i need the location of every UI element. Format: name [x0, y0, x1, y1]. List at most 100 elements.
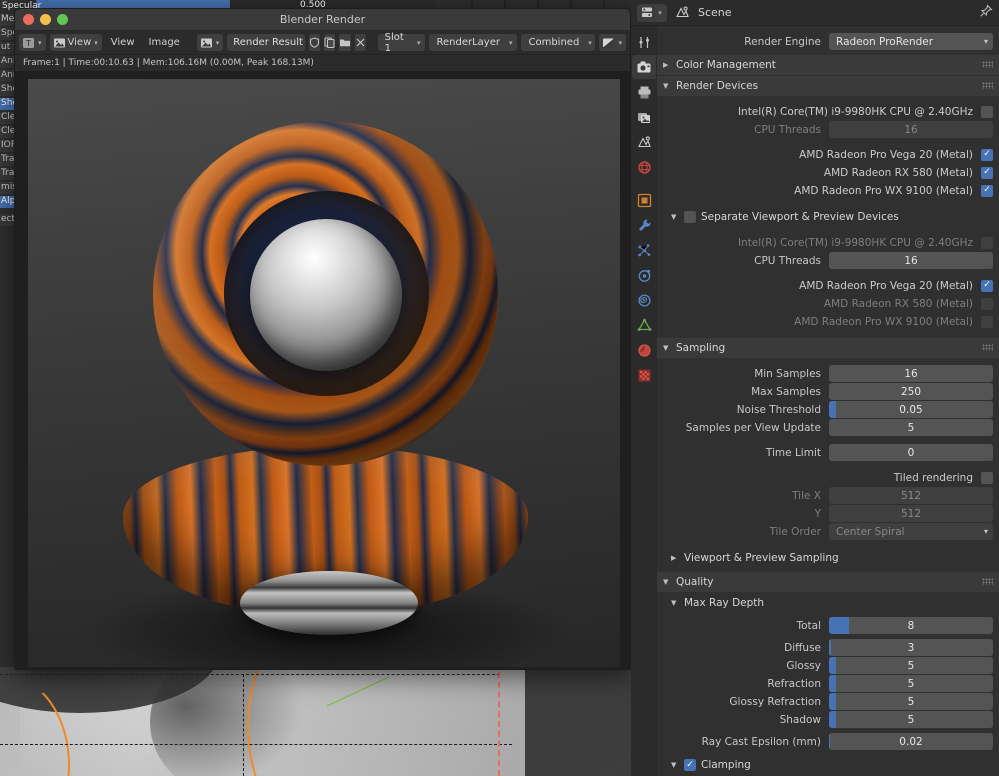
breadcrumb-scene[interactable]: Scene: [698, 6, 732, 19]
sidebar-item-constraints[interactable]: [632, 288, 656, 312]
noise-threshold-field[interactable]: 0.05: [829, 401, 993, 418]
noise-threshold-row[interactable]: Noise Threshold 0.05: [657, 401, 993, 418]
device-checkbox[interactable]: ✓: [981, 166, 993, 179]
tiled-rendering-row[interactable]: Tiled rendering: [657, 469, 993, 486]
panel-quality[interactable]: ▼ Quality: [657, 572, 999, 592]
panel-max-ray-depth[interactable]: ▼ Max Ray Depth: [657, 593, 999, 613]
min-samples-field[interactable]: 16: [829, 365, 993, 382]
ray-depth-diffuse-field[interactable]: 3: [829, 639, 993, 656]
time-limit-field[interactable]: 0: [829, 444, 993, 461]
editor-type-selector[interactable]: ▾: [637, 3, 667, 22]
menu-view[interactable]: View: [106, 34, 140, 51]
sidebar-item-material[interactable]: [632, 338, 656, 362]
viewport-device-row-gpu[interactable]: AMD Radeon Pro Vega 20 (Metal) ✓: [657, 277, 993, 294]
pin-icon[interactable]: [979, 3, 993, 22]
properties-header[interactable]: ▾ Scene: [631, 0, 999, 26]
tiled-rendering-checkbox[interactable]: [981, 471, 993, 484]
ray-depth-diffuse-row[interactable]: Diffuse 3: [657, 639, 993, 656]
device-row-gpu[interactable]: AMD Radeon Pro WX 9100 (Metal) ✓: [657, 182, 993, 199]
view-mode-selector[interactable]: View ▾: [49, 34, 102, 51]
device-checkbox[interactable]: [981, 315, 993, 328]
panel-sampling[interactable]: ▼ Sampling: [657, 338, 999, 358]
image-editor-header[interactable]: T ▾ View ▾ View Image ▾ Render Result Sl…: [15, 31, 630, 55]
ray-depth-glossy-refraction-row[interactable]: Glossy Refraction 5: [657, 693, 993, 710]
editor-type-selector[interactable]: T ▾: [19, 34, 46, 51]
device-checkbox[interactable]: [981, 236, 993, 249]
sidebar-item-world[interactable]: [632, 155, 656, 179]
max-samples-row[interactable]: Max Samples 250: [657, 383, 993, 400]
cpu-threads-field[interactable]: 16: [829, 121, 993, 138]
sidebar-item-render[interactable]: [632, 55, 656, 79]
min-samples-row[interactable]: Min Samples 16: [657, 365, 993, 382]
separate-viewport-checkbox[interactable]: [684, 211, 696, 223]
cpu-threads-field[interactable]: 16: [829, 252, 993, 269]
panel-color-management[interactable]: ▶ Color Management: [657, 55, 999, 75]
ray-depth-shadow-field[interactable]: 5: [829, 711, 993, 728]
ray-depth-total-field[interactable]: 8: [829, 617, 993, 634]
panel-render-devices[interactable]: ▼ Render Devices: [657, 76, 999, 96]
panel-drag-handle[interactable]: [982, 82, 993, 89]
device-checkbox[interactable]: [981, 297, 993, 310]
cpu-threads-row[interactable]: CPU Threads 16: [657, 121, 993, 138]
render-engine-select[interactable]: Radeon ProRender ▾: [829, 33, 993, 50]
properties-tab-rail[interactable]: [631, 26, 657, 776]
tile-x-field[interactable]: 512: [829, 487, 993, 504]
ray-depth-refraction-row[interactable]: Refraction 5: [657, 675, 993, 692]
render-result-area[interactable]: [15, 71, 630, 669]
ray-depth-total-row[interactable]: Total 8: [657, 617, 993, 634]
samples-per-view-update-row[interactable]: Samples per View Update 5: [657, 419, 993, 436]
sidebar-item-output[interactable]: [632, 80, 656, 104]
device-row-gpu[interactable]: AMD Radeon RX 580 (Metal) ✓: [657, 164, 993, 181]
max-samples-field[interactable]: 250: [829, 383, 993, 400]
tile-y-field[interactable]: 512: [829, 505, 993, 522]
clamping-checkbox[interactable]: ✓: [684, 759, 696, 771]
panel-clamping[interactable]: ▼ ✓ Clamping: [657, 755, 999, 775]
device-checkbox[interactable]: [981, 105, 993, 118]
image-datablock-field[interactable]: Render Result: [227, 34, 305, 51]
ray-depth-glossy-row[interactable]: Glossy 5: [657, 657, 993, 674]
window-titlebar[interactable]: Blender Render: [15, 9, 630, 31]
sidebar-item-particles[interactable]: [632, 238, 656, 262]
ray-depth-shadow-row[interactable]: Shadow 5: [657, 711, 993, 728]
panel-drag-handle[interactable]: [982, 61, 993, 68]
ray-depth-refraction-field[interactable]: 5: [829, 675, 993, 692]
viewport-device-row-gpu[interactable]: AMD Radeon RX 580 (Metal): [657, 295, 993, 312]
time-limit-row[interactable]: Time Limit 0: [657, 444, 993, 461]
sidebar-item-modifiers[interactable]: [632, 213, 656, 237]
rendered-image[interactable]: [28, 79, 620, 667]
device-row-gpu[interactable]: AMD Radeon Pro Vega 20 (Metal) ✓: [657, 146, 993, 163]
render-engine-row[interactable]: Render Engine Radeon ProRender ▾: [657, 33, 993, 50]
tile-y-row[interactable]: Y 512: [657, 505, 993, 522]
render-layer-selector[interactable]: RenderLayer ▾: [429, 34, 518, 51]
sidebar-item-texture[interactable]: [632, 363, 656, 387]
panel-viewport-preview-sampling[interactable]: ▶ Viewport & Preview Sampling: [657, 548, 999, 568]
ray-depth-glossy-refraction-field[interactable]: 5: [829, 693, 993, 710]
render-slot-selector[interactable]: Slot 1 ▾: [377, 32, 426, 54]
unlink-image-button[interactable]: [354, 34, 366, 51]
ray-cast-epsilon-row[interactable]: Ray Cast Epsilon (mm) 0.02: [657, 733, 993, 750]
image-browse-selector[interactable]: ▾: [196, 34, 224, 51]
tile-order-row[interactable]: Tile Order Center Spiral ▾: [657, 523, 993, 540]
panel-drag-handle[interactable]: [982, 344, 993, 351]
device-checkbox[interactable]: ✓: [981, 148, 993, 161]
viewport-cpu-threads-row[interactable]: CPU Threads 16: [657, 252, 993, 269]
sidebar-item-scene[interactable]: [632, 130, 656, 154]
tile-x-row[interactable]: Tile X 512: [657, 487, 993, 504]
samples-per-view-update-field[interactable]: 5: [829, 419, 993, 436]
sidebar-item-object[interactable]: [632, 188, 656, 212]
ray-cast-epsilon-field[interactable]: 0.02: [829, 733, 993, 750]
sidebar-item-tool[interactable]: [632, 30, 656, 54]
properties-editor[interactable]: ▾ Scene Render Engine Radeon ProRender ▾…: [631, 0, 999, 776]
display-channels-selector[interactable]: ▾: [599, 34, 626, 51]
device-checkbox[interactable]: ✓: [981, 279, 993, 292]
viewport-device-row-gpu[interactable]: AMD Radeon Pro WX 9100 (Metal): [657, 313, 993, 330]
tile-order-select[interactable]: Center Spiral ▾: [829, 523, 993, 540]
viewport-device-row-cpu[interactable]: Intel(R) Core(TM) i9-9980HK CPU @ 2.40GH…: [657, 234, 993, 251]
fake-user-button[interactable]: [308, 34, 320, 51]
device-row-cpu[interactable]: Intel(R) Core(TM) i9-9980HK CPU @ 2.40GH…: [657, 103, 993, 120]
render-pass-selector[interactable]: Combined ▾: [521, 34, 596, 51]
sidebar-item-object-data[interactable]: [632, 313, 656, 337]
sidebar-item-physics[interactable]: [632, 263, 656, 287]
panel-separate-viewport-devices[interactable]: ▼ Separate Viewport & Preview Devices: [657, 207, 999, 227]
render-window[interactable]: Blender Render T ▾ View ▾ View Image ▾ R…: [14, 8, 631, 670]
